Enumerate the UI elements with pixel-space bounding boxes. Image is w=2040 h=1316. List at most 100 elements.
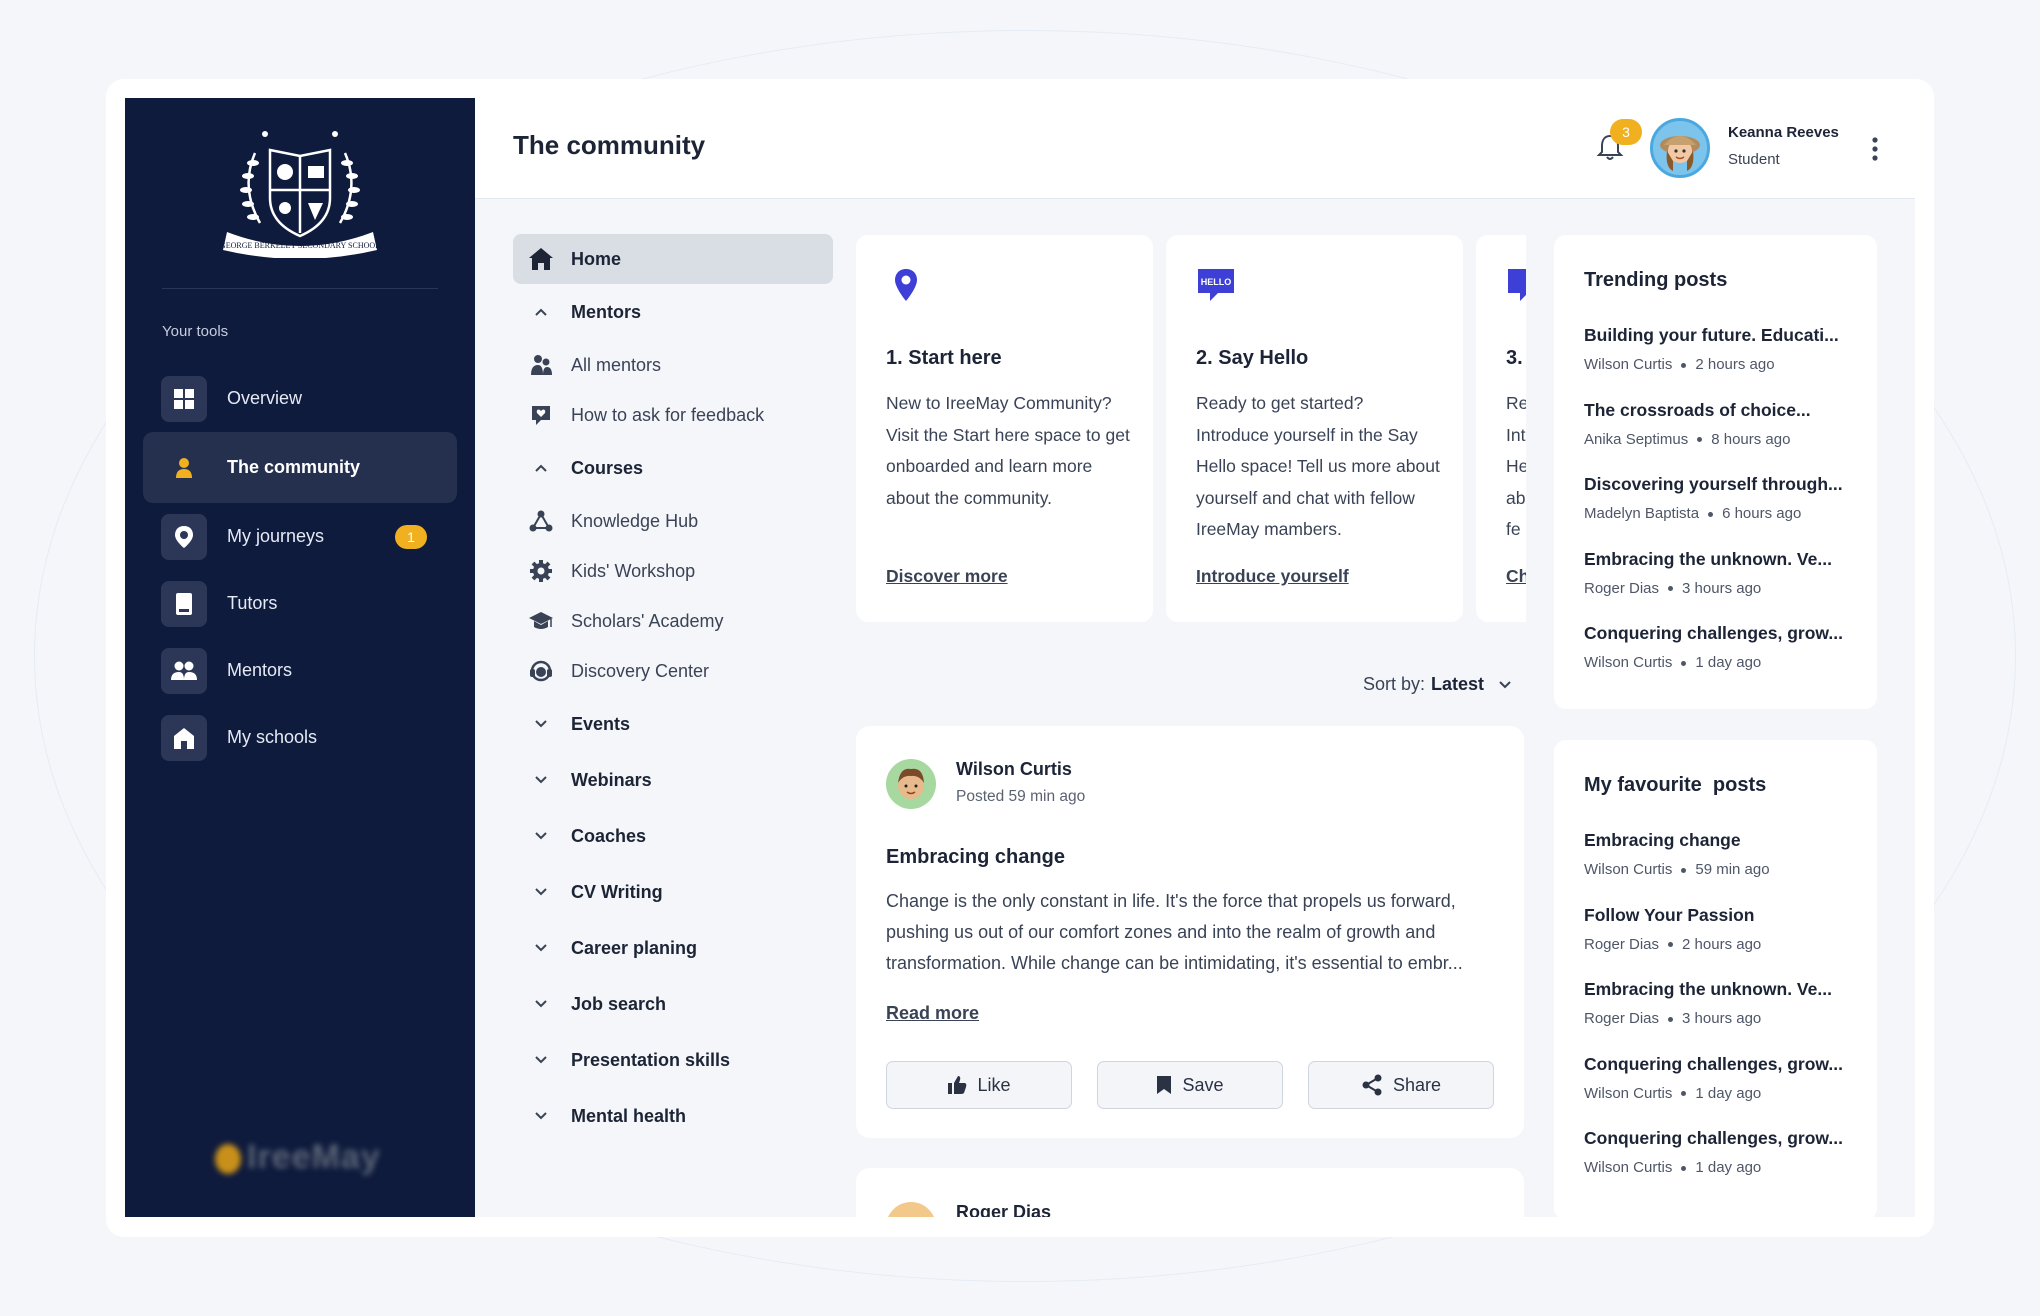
chevron-down-icon [527, 878, 555, 906]
list-item[interactable]: Embracing the unknown. Ve... Roger Dias 3… [1584, 979, 1864, 1054]
page-title: The community [513, 130, 706, 160]
book-icon [161, 580, 207, 627]
sidebar-item-community[interactable]: The community [143, 432, 457, 503]
list-item[interactable]: Building your future. Educati... Wilson … [1584, 325, 1864, 400]
post-author: Wilson Curtis [1584, 1159, 1673, 1176]
community-nav-section-courses[interactable]: Courses [513, 440, 833, 496]
post-title[interactable]: Embracing change [886, 846, 1065, 869]
avatar[interactable] [1650, 118, 1710, 178]
card-third: 3. Re Int He ab fe Ch [1476, 235, 1526, 622]
like-button[interactable]: Like [886, 1061, 1072, 1109]
avatar[interactable] [886, 759, 936, 809]
list-item[interactable]: Discovering yourself through... Madelyn … [1584, 474, 1864, 549]
community-nav-label: Job search [571, 993, 667, 1014]
community-nav-label: All mentors [571, 354, 662, 375]
chevron-down-icon [527, 766, 555, 794]
post-title: Discovering yourself through... [1584, 474, 1843, 494]
sidebar-item-mentors[interactable]: Mentors [143, 637, 457, 704]
community-nav-label: CV Writing [571, 881, 663, 902]
chevron-down-icon [1499, 680, 1511, 688]
sidebar: GEORGE BERKELEY SECONDARY SCHOOL Your to… [125, 98, 475, 1217]
school-crest-logo: GEORGE BERKELEY SECONDARY SCHOOL [220, 131, 380, 258]
post-title: Conquering challenges, grow... [1584, 1053, 1843, 1074]
community-nav-section-coaches[interactable]: Coaches [513, 808, 833, 864]
hello-icon-text: HELLO [1201, 277, 1232, 287]
community-nav-item-knowledge-hub[interactable]: Knowledge Hub [513, 496, 833, 546]
post-author: Madelyn Baptista [1584, 505, 1700, 522]
share-button[interactable]: Share [1308, 1061, 1494, 1109]
community-nav-section-mental-health[interactable]: Mental health [513, 1088, 833, 1144]
post-title: Embracing the unknown. Ve... [1584, 979, 1832, 999]
grid-icon [161, 375, 207, 422]
community-nav-item-discovery-center[interactable]: Discovery Center [513, 646, 833, 696]
community-nav-item-feedback[interactable]: How to ask for feedback [513, 390, 833, 440]
sidebar-item-my-schools[interactable]: My schools [143, 704, 457, 771]
community-nav-label: Mentors [571, 301, 642, 322]
chevron-up-icon [527, 454, 555, 482]
post-author[interactable]: Wilson Curtis [956, 759, 1072, 780]
community-nav-item-all-mentors[interactable]: All mentors [513, 340, 833, 390]
tools-label: Your tools [162, 323, 229, 340]
chevron-down-icon [527, 710, 555, 738]
list-item[interactable]: Follow Your Passion Roger Dias 2 hours ag… [1584, 905, 1864, 980]
community-nav-label: Courses [571, 457, 644, 478]
community-nav-section-events[interactable]: Events [513, 696, 833, 752]
list-item[interactable]: Conquering challenges, grow... Wilson Cu… [1584, 1054, 1864, 1129]
list-item[interactable]: Embracing change Wilson Curtis 59 min ago [1584, 830, 1864, 905]
list-item[interactable]: The crossroads of choice... Anika Septim… [1584, 400, 1864, 475]
share-label: Share [1392, 1074, 1442, 1095]
post-meta: Wilson Curtis 1 day ago [1584, 1159, 1864, 1176]
community-nav-label: Events [571, 713, 631, 734]
post-meta: Wilson Curtis 59 min ago [1584, 861, 1864, 878]
sidebar-item-my-journeys[interactable]: My journeys 1 [143, 503, 457, 570]
post-meta: Anika Septimus 8 hours ago [1584, 431, 1864, 448]
separator-dot [1681, 1091, 1687, 1097]
brand-logo-mark [215, 1144, 241, 1175]
save-button[interactable]: Save [1097, 1061, 1283, 1109]
post-author: Wilson Curtis [1584, 861, 1673, 878]
post-author: Wilson Curtis [1584, 654, 1673, 671]
community-nav-section-presentation-skills[interactable]: Presentation skills [513, 1032, 833, 1088]
sort-dropdown[interactable]: Sort by: Latest [1363, 674, 1512, 695]
panel-title: My favourite posts [1584, 774, 1767, 796]
introduce-yourself-link[interactable]: Introduce yourself [1196, 566, 1349, 587]
community-nav-section-career-planing[interactable]: Career planing [513, 920, 833, 976]
community-nav-item-scholars-academy[interactable]: Scholars' Academy [513, 596, 833, 646]
bookmark-icon [1157, 1076, 1172, 1094]
post-title: The crossroads of choice... [1584, 399, 1811, 420]
community-nav-label: Webinars [571, 769, 652, 790]
separator-dot [1697, 437, 1703, 443]
svg-text:GEORGE BERKELEY SECONDARY SCHO: GEORGE BERKELEY SECONDARY SCHOOL [220, 241, 380, 250]
avatar[interactable] [886, 1202, 936, 1217]
sidebar-item-overview[interactable]: Overview [143, 365, 457, 432]
top-header: The community 3 Keanna Reeves Student [475, 98, 1915, 199]
favourites-list: Embracing change Wilson Curtis 59 min ago… [1584, 830, 1864, 1203]
people-icon [527, 351, 555, 379]
app-frame: GEORGE BERKELEY SECONDARY SCHOOL Your to… [106, 79, 1934, 1237]
list-item[interactable]: Embracing the unknown. Ve... Roger Dias 3… [1584, 549, 1864, 624]
post-author[interactable]: Roger Dias [956, 1202, 1051, 1217]
card-link[interactable]: Ch [1506, 566, 1526, 587]
discover-more-link[interactable]: Discover more [886, 566, 1008, 587]
more-options-icon[interactable] [1870, 136, 1880, 162]
sidebar-item-label: My schools [227, 727, 318, 747]
post-card: Roger Dias [856, 1168, 1524, 1217]
card-say-hello: HELLO 2. Say Hello Ready to get started?… [1166, 235, 1463, 622]
sidebar-item-label: My journeys [227, 526, 325, 546]
community-nav-label: Presentation skills [571, 1049, 731, 1070]
sidebar-item-tutors[interactable]: Tutors [143, 570, 457, 637]
read-more-link[interactable]: Read more [886, 1003, 979, 1024]
map-pin-icon [895, 269, 917, 301]
post-author: Roger Dias [1584, 1010, 1660, 1027]
community-nav-section-job-search[interactable]: Job search [513, 976, 833, 1032]
community-nav-section-webinars[interactable]: Webinars [513, 752, 833, 808]
community-nav-section-cv-writing[interactable]: CV Writing [513, 864, 833, 920]
community-nav-section-mentors[interactable]: Mentors [513, 284, 833, 340]
community-nav-home[interactable]: Home [513, 234, 833, 284]
list-item[interactable]: Conquering challenges, grow... Wilson Cu… [1584, 1128, 1864, 1203]
community-nav-item-kids-workshop[interactable]: Kids' Workshop [513, 546, 833, 596]
sidebar-item-label: Tutors [227, 593, 278, 613]
post-author: Anika Septimus [1584, 430, 1689, 448]
list-item[interactable]: Conquering challenges, grow... Wilson Cu… [1584, 623, 1864, 698]
graduation-cap-icon [527, 607, 555, 635]
